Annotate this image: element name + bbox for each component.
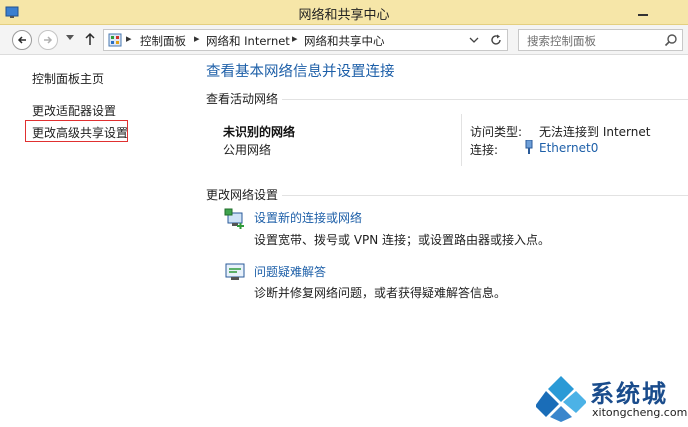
breadcrumb-network-sharing-center[interactable]: 网络和共享中心 — [304, 33, 385, 49]
title-bar: 网络和共享中心 — [0, 0, 688, 25]
minimize-button[interactable] — [630, 2, 656, 22]
search-icon[interactable] — [664, 33, 678, 47]
breadcrumb-network-internet[interactable]: 网络和 Internet — [206, 33, 290, 49]
back-button[interactable] — [12, 30, 32, 50]
breadcrumb-control-panel[interactable]: 控制面板 — [140, 33, 186, 49]
change-settings-heading: 更改网络设置 — [206, 188, 279, 202]
troubleshoot-problems-link[interactable]: 问题疑难解答 — [254, 263, 326, 280]
active-networks-heading: 查看活动网络 — [206, 92, 279, 106]
change-adapter-settings-link[interactable]: 更改适配器设置 — [32, 102, 116, 119]
ethernet-connection-link[interactable]: Ethernet0 — [539, 141, 598, 155]
new-connection-icon — [224, 208, 244, 229]
access-type-value: 无法连接到 Internet — [539, 125, 651, 139]
page-title: 查看基本网络信息并设置连接 — [206, 64, 395, 80]
search-placeholder: 搜索控制面板 — [527, 34, 596, 48]
refresh-icon[interactable] — [489, 33, 503, 47]
arrow-left-icon — [17, 36, 26, 44]
control-panel-icon — [108, 33, 122, 47]
watermark: 系统城 xitongcheng.com — [530, 372, 688, 427]
ethernet-icon — [525, 140, 533, 154]
watermark-url: xitongcheng.com — [592, 406, 688, 419]
network-name: 未识别的网络 — [223, 125, 296, 139]
breadcrumb-separator[interactable]: ▸ — [292, 32, 298, 45]
access-type-label: 访问类型: — [470, 125, 523, 139]
forward-button[interactable] — [38, 30, 58, 50]
search-box[interactable]: 搜索控制面板 — [518, 29, 683, 51]
arrow-up-icon[interactable] — [84, 32, 96, 46]
breadcrumb-separator[interactable]: ▸ — [126, 32, 132, 45]
control-panel-home-link[interactable]: 控制面板主页 — [32, 70, 104, 87]
left-task-pane: 控制面板主页 更改适配器设置 更改高级共享设置 — [0, 56, 190, 427]
troubleshoot-icon — [225, 263, 245, 280]
watermark-brand: 系统城 — [590, 380, 668, 408]
troubleshoot-problems-description: 诊断并修复网络问题，或者获得疑难解答信息。 — [254, 286, 507, 300]
breadcrumb-separator[interactable]: ▸ — [194, 32, 200, 45]
navigation-bar: ▸ 控制面板 ▸ 网络和 Internet ▸ 网络和共享中心 搜索控制面板 — [0, 25, 688, 55]
section-divider — [282, 195, 688, 196]
xitongcheng-logo-icon — [536, 376, 586, 422]
connection-label: 连接: — [470, 143, 499, 157]
set-up-new-connection-link[interactable]: 设置新的连接或网络 — [254, 209, 362, 226]
set-up-new-connection-description: 设置宽带、拨号或 VPN 连接；或设置路由器或接入点。 — [254, 233, 551, 247]
section-divider — [282, 99, 688, 100]
address-bar[interactable]: ▸ 控制面板 ▸ 网络和 Internet ▸ 网络和共享中心 — [103, 29, 508, 51]
highlight-annotation-box — [25, 120, 128, 142]
recent-pages-chevron-down-icon[interactable] — [66, 35, 74, 41]
arrow-right-icon — [44, 36, 53, 44]
window-title: 网络和共享中心 — [298, 8, 390, 23]
network-type[interactable]: 公用网络 — [223, 141, 271, 158]
vertical-divider — [461, 114, 462, 166]
address-history-chevron-down-icon[interactable] — [469, 34, 479, 46]
